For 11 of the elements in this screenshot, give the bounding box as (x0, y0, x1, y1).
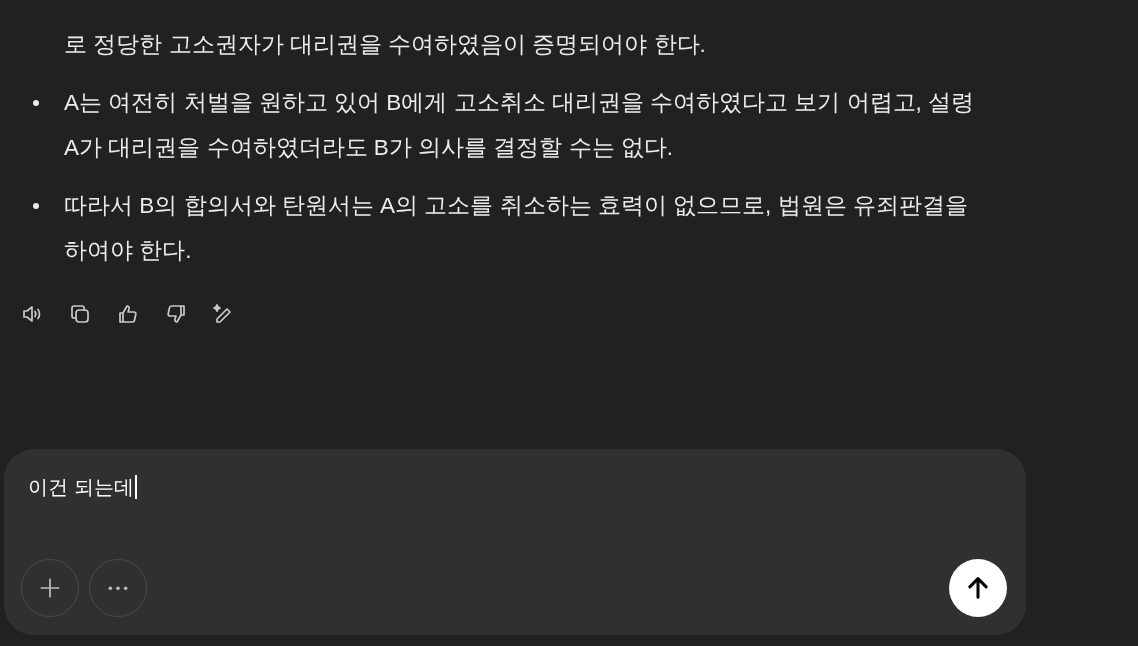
thumbs-down-icon (164, 302, 188, 326)
more-icon (107, 584, 129, 592)
copy-icon (68, 302, 92, 326)
bullet-text: A는 여전히 처벌을 원하고 있어 B에게 고소취소 대리권을 수여하였다고 보기 어렵고, 설령 A가 대리권을 수여하였더라도 B가 의사를 결정할 수는 없다. (64, 89, 976, 162)
send-button[interactable] (949, 559, 1007, 617)
bullet (33, 100, 39, 106)
message-input[interactable]: 이건 되는데 (21, 469, 1009, 505)
bullet-text: 따라서 B의 합의서와 탄원서는 A의 고소를 취소하는 효력이 없으므로, 법원은 유죄판결을 하여야 한다. (64, 192, 969, 265)
thumbs-up-icon (116, 302, 140, 326)
bullet-text: 로 정당한 고소권자가 대리권을 수여하였음이 증명되어야 한다. (64, 31, 707, 59)
bullet (33, 203, 39, 209)
